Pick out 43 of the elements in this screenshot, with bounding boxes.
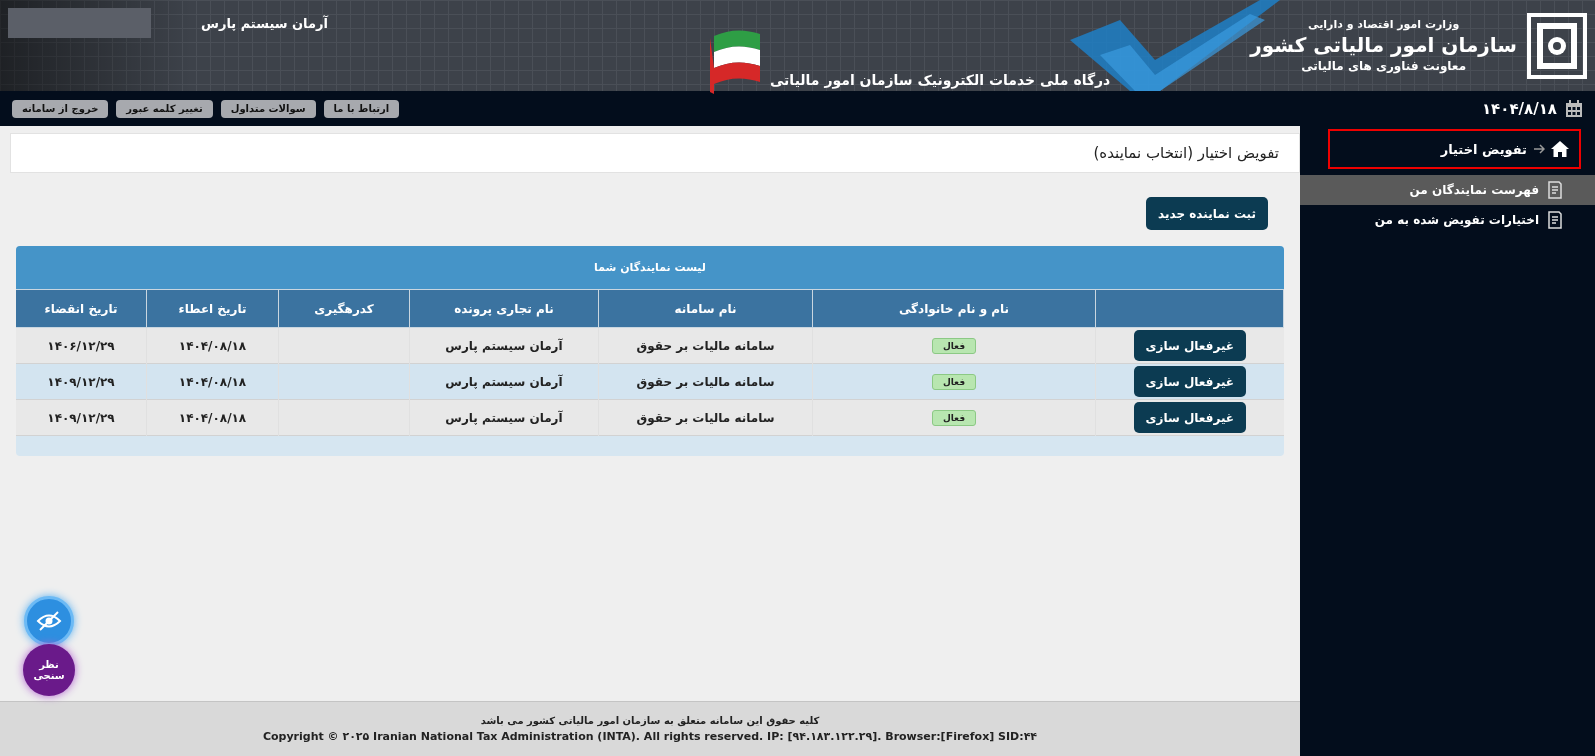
copyright-notice: Copyright © ۲۰۲۵ Iranian National Tax Administration (INTA). All rights reserved. IP: [۹۴.۱۸۳.۱۲۲.۲۹]. Browser:[Firefox] SID:۴۴ <box>262 730 1038 743</box>
rights-notice: کلیه حقوق این سامانه متعلق به سازمان امور مالیاتی کشور می باشد <box>480 715 820 726</box>
user-name: آرمان سیستم پارس <box>200 15 329 31</box>
column-header: تاریخ انقضاء <box>16 289 147 328</box>
table-cell: ۱۴۰۴/۰۸/۱۸ <box>146 363 279 400</box>
current-date: ۱۴۰۴/۸/۱۸ <box>1481 99 1557 118</box>
table-cell: ۱۴۰۹/۱۲/۲۹ <box>16 363 147 400</box>
page-title: تفویض اختیار (انتخاب نماینده) <box>1093 144 1279 162</box>
table-cell: ۱۴۰۹/۱۲/۲۹ <box>16 399 147 436</box>
table-cell: آرمان سیستم پارس <box>409 327 599 364</box>
table-cell: ۱۴۰۴/۰۸/۱۸ <box>146 327 279 364</box>
status-label: فعال <box>931 373 977 390</box>
table-cell: ۱۴۰۶/۱۲/۲۹ <box>16 327 147 364</box>
table-cell: سامانه مالیات بر حقوق <box>598 363 813 400</box>
new-representative-button[interactable]: ثبت نماینده جدید <box>1146 197 1268 230</box>
survey-button[interactable]: نظر سنجی <box>23 644 75 696</box>
deactivate-button[interactable]: غیرفعال سازی <box>1133 330 1246 361</box>
table-cell: آرمان سیستم پارس <box>409 363 599 400</box>
column-header: تاریخ اعطاء <box>146 289 279 328</box>
column-header: نام تجاری پرونده <box>409 289 599 328</box>
ministry-name: وزارت امور اقتصاد و دارایی <box>1308 18 1460 31</box>
table-title: لیست نمایندگان شما <box>594 261 706 274</box>
column-header: کدرهگیری <box>278 289 410 328</box>
breadcrumb[interactable]: تفویض اختیار <box>1328 129 1581 169</box>
nav-link[interactable]: سوالات متداول <box>220 99 316 118</box>
nav-link[interactable]: ارتباط با ما <box>323 99 400 118</box>
portal-title: درگاه ملی خدمات الکترونیک سازمان امور مالیاتی <box>769 71 1111 88</box>
deactivate-button[interactable]: غیرفعال سازی <box>1133 366 1246 397</box>
sidebar-item[interactable]: فهرست نمایندگان من <box>1300 175 1595 205</box>
deactivate-button[interactable]: غیرفعال سازی <box>1133 402 1246 433</box>
nav-link[interactable]: تغییر کلمه عبور <box>116 99 213 118</box>
table-cell: سامانه مالیات بر حقوق <box>598 327 813 364</box>
column-header: نام و نام خانوادگی <box>812 289 1096 328</box>
table-cell: سامانه مالیات بر حقوق <box>598 399 813 436</box>
table-cell: ۱۴۰۴/۰۸/۱۸ <box>146 399 279 436</box>
status-label: فعال <box>931 409 977 426</box>
sidebar-item[interactable]: اختیارات تفویض شده به من <box>1300 205 1595 235</box>
deputy-name: معاونت فناوری های مالیاتی <box>1301 59 1467 73</box>
organization-name: سازمان امور مالیاتی کشور <box>1250 33 1517 57</box>
nav-link[interactable]: خروج از سامانه <box>12 99 109 118</box>
status-label: فعال <box>931 337 977 354</box>
table-cell: آرمان سیستم پارس <box>409 399 599 436</box>
column-header: نام سامانه <box>598 289 813 328</box>
